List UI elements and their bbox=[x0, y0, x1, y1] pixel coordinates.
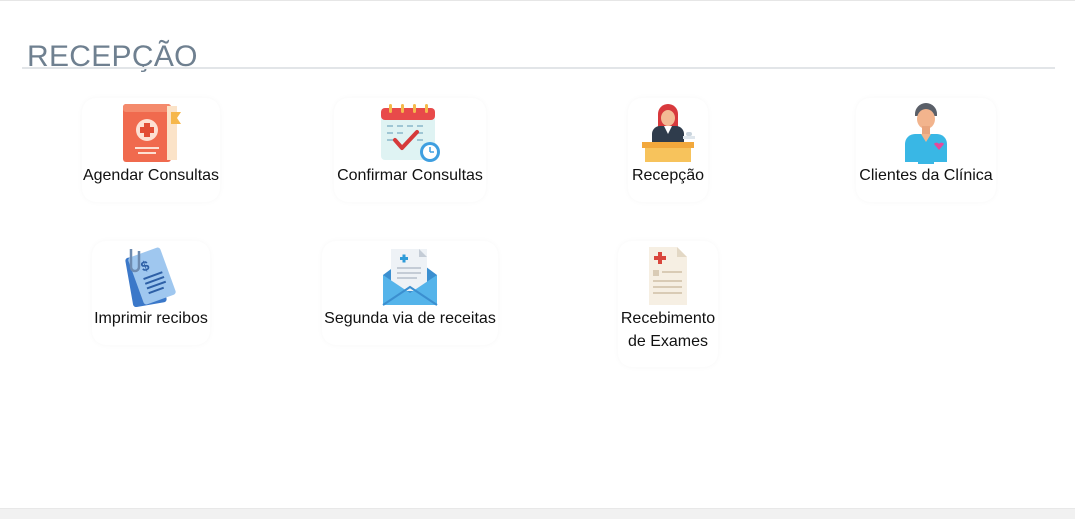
tile-label-line1: Recebimento bbox=[620, 310, 716, 327]
tile-recepcao[interactable]: Recepção bbox=[628, 98, 708, 202]
tile-label-line2: de Exames bbox=[627, 333, 709, 350]
tile-label: Clientes da Clínica bbox=[859, 167, 993, 184]
tile-label: Recebimento de Exames bbox=[618, 307, 718, 353]
calendar-check-icon bbox=[381, 104, 440, 162]
bottom-bar bbox=[0, 508, 1075, 519]
title-divider bbox=[22, 67, 1055, 69]
tile-confirmar-consultas[interactable]: Confirmar Consultas bbox=[334, 98, 486, 202]
tile-label: Segunda via de receitas bbox=[324, 310, 496, 327]
top-border bbox=[0, 0, 1075, 1]
tile-label: Recepção bbox=[631, 167, 705, 184]
tile-label: Imprimir recibos bbox=[94, 310, 208, 327]
receipt-icon: $ bbox=[125, 247, 176, 307]
patient-icon bbox=[905, 103, 947, 164]
tile-agendar-consultas[interactable]: Agendar Consultas bbox=[82, 98, 220, 202]
tile-imprimir-recibos[interactable]: $ Imprimir recibos bbox=[92, 241, 210, 345]
prescription-envelope-icon bbox=[382, 249, 438, 306]
tile-label: Agendar Consultas bbox=[82, 167, 220, 184]
tile-label: Confirmar Consultas bbox=[337, 167, 483, 184]
tile-recebimento-de-exames[interactable]: Recebimento de Exames bbox=[618, 241, 718, 367]
medical-book-icon bbox=[123, 104, 181, 162]
tile-segunda-via-de-receitas[interactable]: Segunda via de receitas bbox=[322, 241, 498, 345]
receptionist-icon bbox=[642, 104, 695, 162]
exam-document-icon bbox=[649, 247, 687, 305]
tile-clientes-da-clinica[interactable]: Clientes da Clínica bbox=[856, 98, 996, 202]
